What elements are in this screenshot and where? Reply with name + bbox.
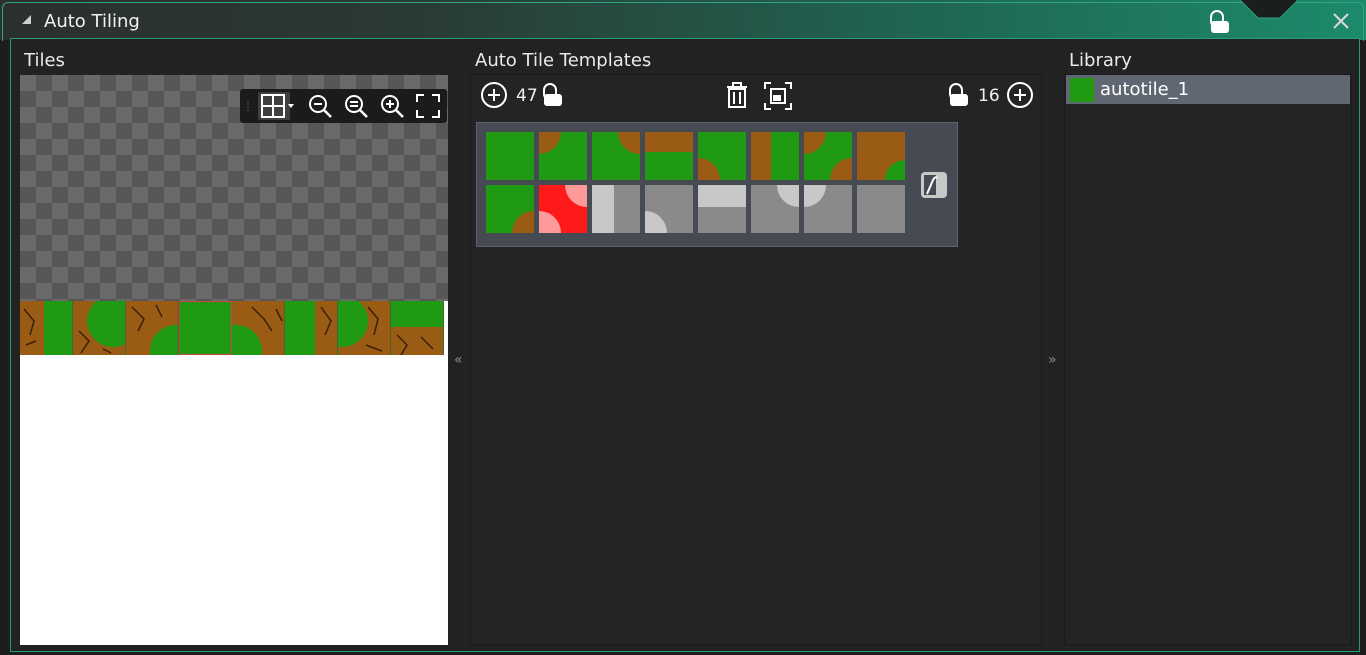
toolbar-grip-icon	[247, 100, 249, 112]
right-splitter[interactable]: »	[1048, 352, 1057, 368]
templates-panel-title: Auto Tile Templates	[475, 50, 652, 71]
template-count: 16	[978, 86, 1000, 106]
template-cell[interactable]	[592, 185, 640, 233]
collapse-grip-icon[interactable]	[22, 15, 31, 24]
lock-icon[interactable]	[1208, 9, 1232, 35]
template-cell[interactable]	[486, 132, 534, 180]
template-cell[interactable]	[857, 132, 905, 180]
template-cell[interactable]	[486, 185, 534, 233]
tile[interactable]	[285, 301, 338, 355]
template-cell-selected[interactable]	[539, 185, 587, 233]
template-cell[interactable]	[645, 185, 693, 233]
template-cell[interactable]	[751, 132, 799, 180]
tile[interactable]	[73, 301, 126, 355]
tile[interactable]	[391, 301, 444, 355]
left-splitter[interactable]: «	[454, 352, 463, 368]
template-cell[interactable]	[592, 132, 640, 180]
template-cell[interactable]	[804, 132, 852, 180]
fit-icon[interactable]	[414, 92, 442, 120]
lock-icon[interactable]	[541, 82, 567, 108]
template-cell[interactable]	[804, 185, 852, 233]
zoom-reset-icon[interactable]	[342, 92, 370, 120]
tile[interactable]	[232, 301, 285, 355]
lock-icon[interactable]	[947, 82, 973, 108]
autotile-swatch	[1070, 78, 1094, 102]
template-cell[interactable]	[645, 132, 693, 180]
library-panel-title: Library	[1069, 50, 1132, 71]
tile[interactable]	[20, 301, 73, 355]
template-cell[interactable]	[751, 185, 799, 233]
select-icon[interactable]	[763, 81, 793, 111]
tiles-panel-title: Tiles	[24, 50, 65, 71]
template-cell[interactable]	[857, 185, 905, 233]
add-icon[interactable]	[480, 81, 508, 109]
tiles-view-toolbar	[240, 89, 447, 123]
library-item-label: autotile_1	[1100, 79, 1190, 100]
window-title: Auto Tiling	[44, 11, 140, 32]
zoom-in-icon[interactable]	[378, 92, 406, 120]
zoom-out-icon[interactable]	[306, 92, 334, 120]
window-title-bar: Auto Tiling	[0, 0, 1366, 41]
template-cell[interactable]	[698, 185, 746, 233]
add-icon[interactable]	[1006, 81, 1034, 109]
tile[interactable]	[126, 301, 179, 355]
close-icon[interactable]	[1330, 10, 1352, 32]
tile-count: 47	[516, 86, 538, 106]
edit-template-icon[interactable]	[919, 170, 949, 200]
title-notch-decoration	[1240, 0, 1299, 19]
library-list	[1064, 74, 1352, 645]
tile[interactable]	[179, 301, 232, 355]
tile[interactable]	[338, 301, 391, 355]
grid-icon[interactable]	[258, 92, 298, 120]
template-cell[interactable]	[698, 132, 746, 180]
trash-icon[interactable]	[724, 81, 750, 109]
template-cell[interactable]	[539, 132, 587, 180]
tiles-canvas[interactable]	[20, 75, 448, 645]
library-item[interactable]: autotile_1	[1066, 75, 1350, 104]
template-grid[interactable]	[476, 122, 958, 247]
title-frame	[2, 2, 1364, 41]
tileset-strip[interactable]	[20, 301, 448, 355]
